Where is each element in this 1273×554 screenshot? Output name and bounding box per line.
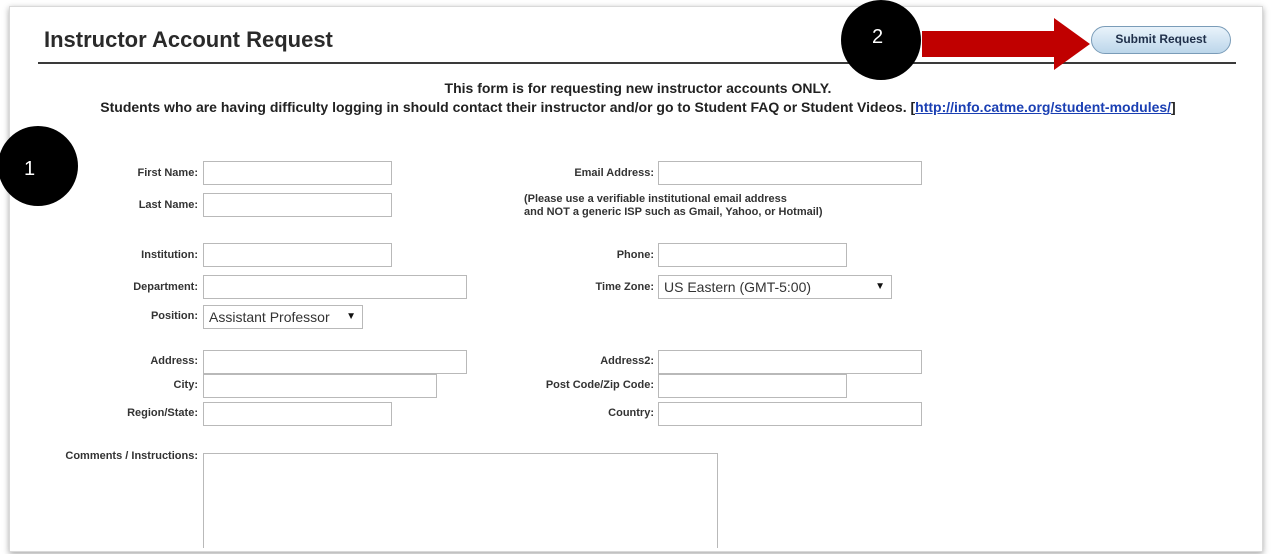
email-input[interactable] [658,161,922,185]
postcode-input[interactable] [658,374,847,398]
address-input[interactable] [203,350,467,374]
time-zone-label: Time Zone: [595,281,654,293]
notice-line-1: This form is for requesting new instruct… [444,80,832,96]
comments-textarea[interactable] [203,453,718,548]
address-label: Address: [150,355,198,367]
country-input[interactable] [658,402,922,426]
city-input[interactable] [203,374,437,398]
comments-label: Comments / Instructions: [65,450,198,462]
position-label: Position: [150,310,198,322]
first-name-input[interactable] [203,161,392,185]
region-label: Region/State: [127,407,198,419]
region-input[interactable] [203,402,392,426]
institution-input[interactable] [203,243,392,267]
department-input[interactable] [203,275,467,299]
last-name-input[interactable] [203,193,392,217]
time-zone-select[interactable]: US Eastern (GMT-5:00) ▼ [658,275,892,299]
dropdown-caret-icon: ▼ [346,311,356,322]
notice-text: This form is for requesting new instruct… [20,79,1256,117]
arrow-right-icon [922,18,1090,70]
institution-label: Institution: [141,249,198,261]
country-label: Country: [608,407,654,419]
phone-label: Phone: [616,249,654,261]
dropdown-caret-icon: ▼ [875,281,885,292]
submit-request-button[interactable]: Submit Request [1091,26,1231,54]
city-label: City: [173,379,198,391]
notice-line-2: Students who are having difficulty loggi… [100,99,1176,115]
callout-badge-1: 1 [0,126,78,206]
first-name-label: First Name: [137,167,198,179]
last-name-label: Last Name: [138,199,198,211]
page-title: Instructor Account Request [44,27,333,52]
email-label: Email Address: [574,167,654,179]
student-modules-link[interactable]: http://info.catme.org/student-modules/ [915,99,1171,115]
department-label: Department: [133,281,198,293]
callout-badge-2: 2 [841,0,921,80]
position-select[interactable]: Assistant Professor ▼ [203,305,363,329]
postcode-label: Post Code/Zip Code: [545,379,654,391]
email-note: (Please use a verifiable institutional e… [524,193,823,218]
phone-input[interactable] [658,243,847,267]
address2-input[interactable] [658,350,922,374]
address2-label: Address2: [600,355,654,367]
